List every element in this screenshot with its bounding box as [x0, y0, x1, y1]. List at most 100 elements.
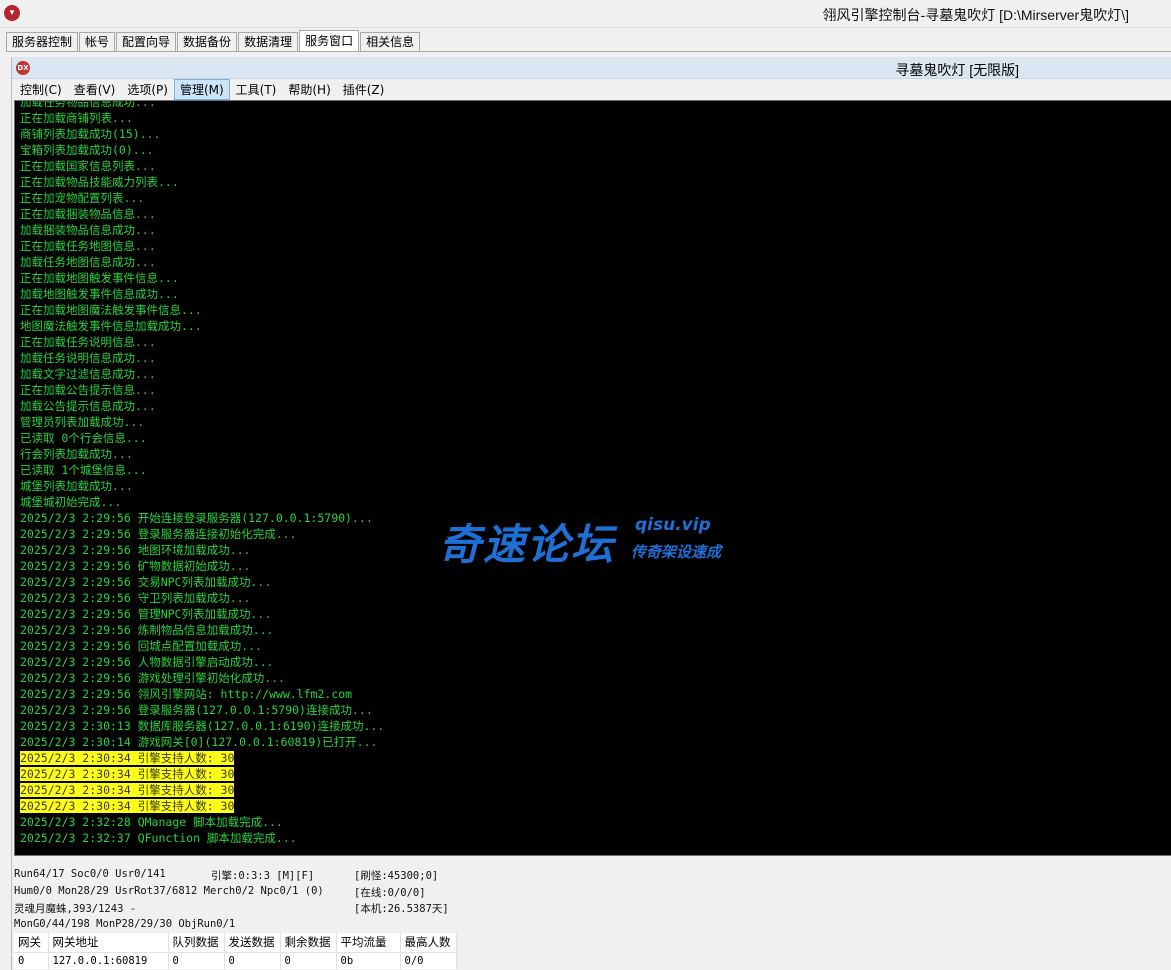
log-line-text: 加载文字过滤信息成功...: [20, 367, 156, 381]
log-line: 正在加载国家信息列表...: [20, 158, 384, 174]
log-line: 正在加载捆装物品信息...: [20, 206, 384, 222]
log-line: 正在加宠物配置列表...: [20, 190, 384, 206]
menu-item-4[interactable]: 工具(T): [230, 79, 283, 100]
log-line: 正在加载任务地图信息...: [20, 238, 384, 254]
gate-cell: 0/0: [400, 952, 457, 969]
status-monster-refresh: [刷怪:45300;0]: [354, 870, 439, 882]
engine-logo-icon: DX: [16, 61, 30, 75]
log-line: 2025/2/3 2:29:56 游戏处理引擎初始化成功...: [20, 670, 384, 686]
log-line: 2025/2/3 2:29:56 管理NPC列表加载成功...: [20, 606, 384, 622]
menu-item-2[interactable]: 选项(P): [121, 79, 174, 100]
log-line: 商铺列表加载成功(15)...: [20, 126, 384, 142]
menu-item-0[interactable]: 控制(C): [14, 79, 68, 100]
tab-6[interactable]: 相关信息: [360, 32, 421, 52]
gate-col-header[interactable]: 最高人数: [400, 933, 457, 953]
tab-0[interactable]: 服务器控制: [6, 32, 79, 52]
log-line-text: 2025/2/3 2:29:56 游戏处理引擎初始化成功...: [20, 671, 285, 685]
table-row[interactable]: 0 127.0.0.1:60819 0 0 0 0b 0/0: [14, 952, 457, 969]
tab-divider: [6, 51, 1171, 52]
log-line-text: 2025/2/3 2:32:28 QManage 脚本加载完成...: [20, 815, 283, 829]
log-line-text: 宝箱列表加载成功(0)...: [20, 143, 154, 157]
log-console[interactable]: 加载任务物品信息成功... 正在加载商铺列表... 商铺列表加载成功(15)... 宝…: [14, 100, 1171, 856]
log-line-text: 正在加载商铺列表...: [20, 111, 133, 125]
status-local-uptime: [本机:26.5387天]: [354, 903, 449, 915]
log-line: 2025/2/3 2:32:37 QFunction 脚本加载完成...: [20, 830, 384, 846]
status-run: Run64/17 Soc0/0 Usr0/141: [14, 868, 166, 880]
log-line: 2025/2/3 2:29:56 登录服务器(127.0.0.1:5790)连接…: [20, 702, 384, 718]
log-line-text: 加载捆装物品信息成功...: [20, 223, 156, 237]
log-line: 管理员列表加载成功...: [20, 414, 384, 430]
menu-item-3[interactable]: 管理(M): [173, 79, 230, 100]
tab-3[interactable]: 数据备份: [177, 32, 238, 52]
gate-cell: 0: [224, 952, 281, 969]
log-line-text: 管理员列表加载成功...: [20, 415, 145, 429]
log-line: 2025/2/3 2:30:34 引擎支持人数: 30: [20, 782, 384, 798]
tab-5[interactable]: 服务窗口: [299, 30, 360, 52]
menu-item-6[interactable]: 插件(Z): [337, 79, 391, 100]
gate-col-header[interactable]: 队列数据: [168, 933, 225, 953]
log-line: 加载文字过滤信息成功...: [20, 366, 384, 382]
tab-4[interactable]: 数据清理: [238, 32, 299, 52]
log-line: 正在加载地图魔法触发事件信息...: [20, 302, 384, 318]
log-line-text: 行会列表加载成功...: [20, 447, 133, 461]
log-line-text: 2025/2/3 2:29:56 矿物数据初始成功...: [20, 559, 251, 573]
log-line-text: 2025/2/3 2:29:56 开始连接登录服务器(127.0.0.1:579…: [20, 511, 373, 525]
gate-col-header[interactable]: 发送数据: [224, 933, 281, 953]
log-line-text: 2025/2/3 2:30:34 引擎支持人数: 30: [20, 751, 235, 765]
log-line: 2025/2/3 2:29:56 矿物数据初始成功...: [20, 558, 384, 574]
gate-col-header[interactable]: 剩余数据: [280, 933, 337, 953]
gate-cell: 127.0.0.1:60819: [48, 952, 169, 969]
log-line: 2025/2/3 2:30:13 数据库服务器(127.0.0.1:6190)连…: [20, 718, 384, 734]
log-line-text: 2025/2/3 2:29:56 炼制物品信息加载成功...: [20, 623, 274, 637]
gate-col-header[interactable]: 网关: [14, 933, 49, 953]
log-line-text: 2025/2/3 2:29:56 守卫列表加载成功...: [20, 591, 251, 605]
log-line-text: 商铺列表加载成功(15)...: [20, 127, 161, 141]
log-line-text: 2025/2/3 2:30:13 数据库服务器(127.0.0.1:6190)连…: [20, 719, 385, 733]
log-line-text: 城堡列表加载成功...: [20, 479, 133, 493]
log-line: 2025/2/3 2:29:56 回城点配置加载成功...: [20, 638, 384, 654]
log-line-text: 2025/2/3 2:29:56 翎风引擎网站: http://www.lfm2…: [20, 687, 353, 701]
gate-col-header[interactable]: 网关地址: [48, 933, 169, 953]
log-line-text: 正在加载国家信息列表...: [20, 159, 156, 173]
service-window: DX 寻墓鬼吹灯 [无限版] 控制(C) 查看(V) 选项(P) 管理(M) 工具(T)…: [11, 57, 1171, 970]
log-lines: 加载任务物品信息成功... 正在加载商铺列表... 商铺列表加载成功(15)... 宝…: [20, 101, 384, 846]
tab-2[interactable]: 配置向导: [116, 32, 177, 52]
log-line-text: 2025/2/3 2:32:37 QFunction 脚本加载完成...: [20, 831, 297, 845]
log-line-text: 2025/2/3 2:30:34 引擎支持人数: 30: [20, 783, 235, 797]
log-line-text: 正在加载任务地图信息...: [20, 239, 156, 253]
log-line-text: 城堡城初始完成...: [20, 495, 122, 509]
gate-table-header: 网关 网关地址 队列数据 发送数据 剩余数据 平均流量 最高人数: [14, 933, 457, 953]
log-line-text: 正在加载地图触发事件信息...: [20, 271, 179, 285]
log-line-text: 地图魔法触发事件信息加载成功...: [20, 319, 202, 333]
menu-item-5[interactable]: 帮助(H): [282, 79, 336, 100]
watermark-main: 奇速论坛: [439, 520, 616, 569]
log-line: 正在加载地图触发事件信息...: [20, 270, 384, 286]
log-line-text: 正在加宠物配置列表...: [20, 191, 145, 205]
menu-bar: 控制(C) 查看(V) 选项(P) 管理(M) 工具(T) 帮助(H) 插件(Z): [12, 79, 1171, 100]
log-line: 地图魔法触发事件信息加载成功...: [20, 318, 384, 334]
log-line: 宝箱列表加载成功(0)...: [20, 142, 384, 158]
log-line: 加载地图触发事件信息成功...: [20, 286, 384, 302]
tab-1[interactable]: 帐号: [79, 32, 116, 52]
log-line: 正在加载公告提示信息...: [20, 382, 384, 398]
log-line-text: 2025/2/3 2:29:56 登录服务器连接初始化完成...: [20, 527, 297, 541]
log-line: 2025/2/3 2:29:56 守卫列表加载成功...: [20, 590, 384, 606]
log-line: 2025/2/3 2:29:56 人物数据引擎启动成功...: [20, 654, 384, 670]
log-line: 2025/2/3 2:32:28 QManage 脚本加载完成...: [20, 814, 384, 830]
log-line: 加载任务物品信息成功...: [20, 101, 384, 110]
watermark: 奇速论坛 qisu.vip 传奇架设速成: [439, 511, 739, 575]
log-line: 正在加载商铺列表...: [20, 110, 384, 126]
status-panel: Run64/17 Soc0/0 Usr0/141 引擎:0:3:3 [M][F]…: [14, 862, 1171, 932]
log-line: 2025/2/3 2:29:56 炼制物品信息加载成功...: [20, 622, 384, 638]
log-line: 加载任务地图信息成功...: [20, 254, 384, 270]
menu-item-1[interactable]: 查看(V): [68, 79, 122, 100]
log-line-text: 2025/2/3 2:29:56 地图环境加载成功...: [20, 543, 251, 557]
status-online: [在线:0/0/0]: [354, 887, 426, 899]
log-line-text: 2025/2/3 2:29:56 人物数据引擎启动成功...: [20, 655, 274, 669]
gate-col-header[interactable]: 平均流量: [336, 933, 401, 953]
window-title: 翎风引擎控制台-寻墓鬼吹灯 [D:\Mirserver鬼吹灯\]: [822, 7, 1129, 23]
log-line: 2025/2/3 2:30:34 引擎支持人数: 30: [20, 766, 384, 782]
log-line: 2025/2/3 2:29:56 地图环境加载成功...: [20, 542, 384, 558]
log-line: 2025/2/3 2:29:56 开始连接登录服务器(127.0.0.1:579…: [20, 510, 384, 526]
log-line: 2025/2/3 2:29:56 登录服务器连接初始化完成...: [20, 526, 384, 542]
